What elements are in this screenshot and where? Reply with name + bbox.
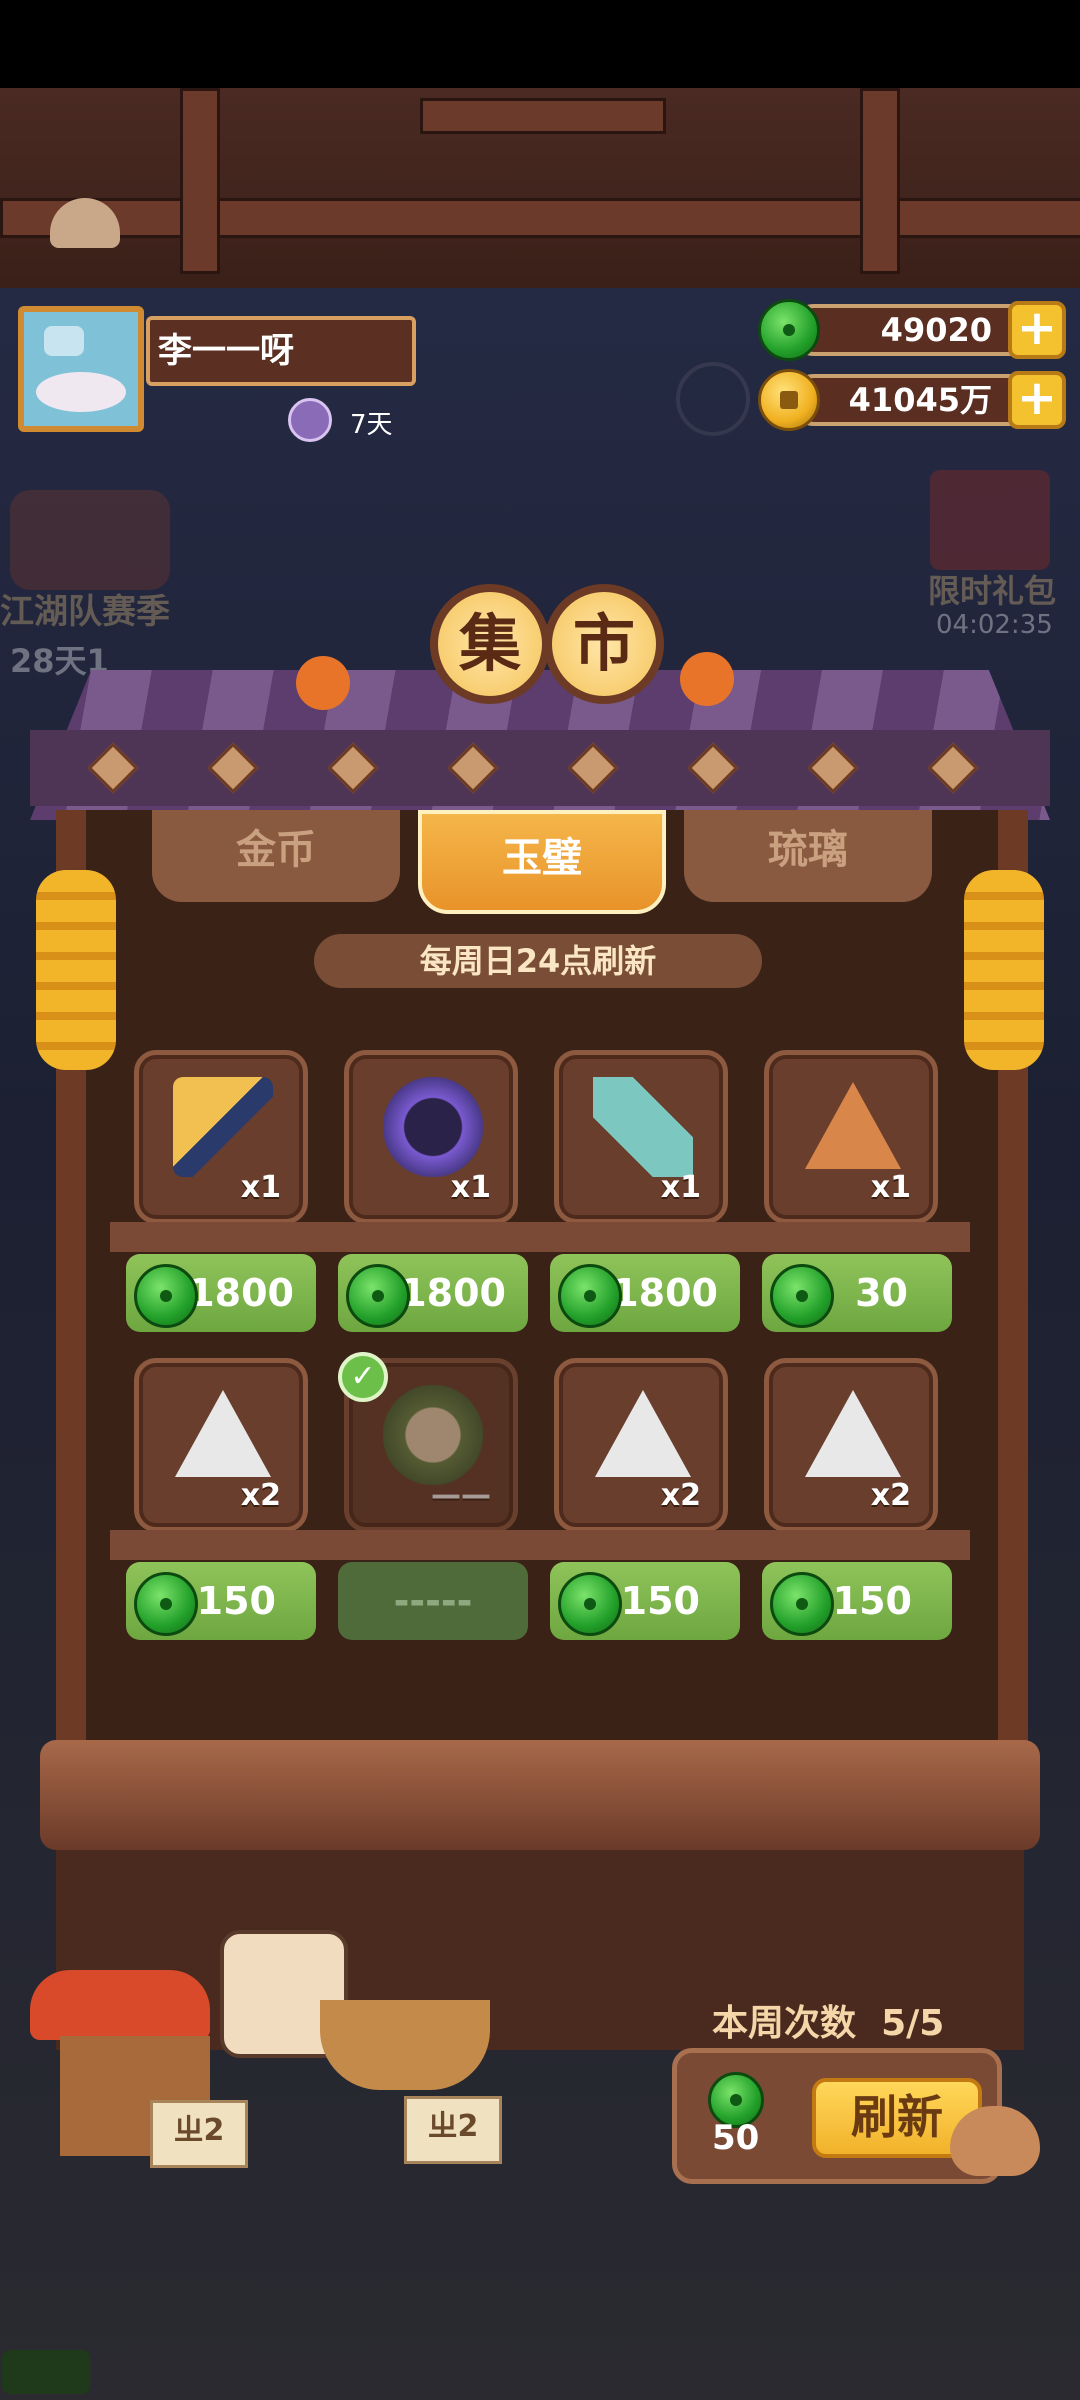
swirl-triangle-charm-icon: [805, 1390, 901, 1477]
toggle-icon[interactable]: [2, 2350, 90, 2394]
tab-glaze[interactable]: 琉璃: [684, 810, 932, 902]
status-bar: [0, 0, 1080, 88]
purple-mirror-icon: [383, 1077, 483, 1177]
price-value: 150: [620, 1579, 700, 1623]
jade-coin-icon: [758, 299, 820, 361]
price-value: 1800: [400, 1271, 506, 1315]
item-quantity: x1: [450, 1170, 491, 1205]
item-quantity: x1: [660, 1170, 701, 1205]
shop-item-slot[interactable]: x1: [554, 1050, 728, 1224]
price-button[interactable]: 150: [762, 1562, 952, 1640]
feather-duster-icon: [173, 1077, 273, 1177]
item-quantity: x2: [240, 1478, 281, 1513]
basin-icon: [36, 372, 126, 412]
refresh-cost: 50: [712, 2118, 760, 2158]
faucet-icon: [44, 326, 84, 356]
price-button[interactable]: 1800: [338, 1254, 528, 1332]
crab-triangle-charm-icon: [595, 1390, 691, 1477]
bun-mascot-icon: [950, 2106, 1040, 2176]
jade-coin-icon: [558, 1572, 622, 1636]
weekly-value: 5/5: [881, 2003, 945, 2044]
day-count: 7天: [350, 410, 393, 440]
persimmon-icon: [296, 656, 350, 710]
shop-counter: [40, 1740, 1040, 1850]
ceiling-beams: [0, 88, 1080, 288]
price-button[interactable]: 1800: [550, 1254, 740, 1332]
check-icon: ✓: [338, 1352, 388, 1402]
character-avatar-icon: [383, 1385, 483, 1485]
price-value: 150: [832, 1579, 912, 1623]
pot-icon[interactable]: [10, 490, 170, 590]
bronze-triangle-charm-icon: [805, 1082, 901, 1169]
jade-coin-icon: [134, 1572, 198, 1636]
item-quantity: x1: [240, 1170, 281, 1205]
corn-icon: [964, 870, 1044, 1070]
roof-edge: [30, 730, 1050, 806]
add-jade-button[interactable]: +: [1008, 301, 1066, 359]
add-gold-button[interactable]: +: [1008, 371, 1066, 429]
price-value: 150: [196, 1579, 276, 1623]
price-button[interactable]: 150: [126, 1562, 316, 1640]
price-value: 1800: [188, 1271, 294, 1315]
weekly-refresh-count: 本周次数 5/5: [712, 1994, 944, 2046]
shop-item-slot[interactable]: x1: [764, 1050, 938, 1224]
shop-title-char: 集: [430, 584, 550, 704]
price-value: 30: [855, 1271, 908, 1315]
item-quantity: ——: [431, 1478, 491, 1513]
gift-box-icon[interactable]: [930, 470, 1050, 570]
price-button[interactable]: 150: [550, 1562, 740, 1640]
shop-title-char: 市: [544, 584, 664, 704]
price-button[interactable]: 30: [762, 1254, 952, 1332]
jade-coin-icon: [770, 1572, 834, 1636]
jade-coin-icon: [770, 1264, 834, 1328]
companion-avatar-icon: [288, 398, 332, 442]
item-quantity: x1: [870, 1170, 911, 1205]
butter-basket-icon: [320, 2000, 490, 2090]
shop-item-slot[interactable]: x1: [344, 1050, 518, 1224]
tomato-basket-icon: [30, 1970, 210, 2040]
shop-item-slot[interactable]: x2: [134, 1358, 308, 1532]
jade-coin-icon: [134, 1264, 198, 1328]
shelf: [110, 1222, 970, 1252]
tab-coins[interactable]: 金币: [152, 810, 400, 902]
price-sign-left: ㄓ2: [150, 2100, 248, 2168]
price-value: -----: [393, 1579, 473, 1623]
player-name[interactable]: 李一一呀: [146, 316, 416, 386]
shop-item-slot[interactable]: x1: [134, 1050, 308, 1224]
event-label-right[interactable]: 限时礼包: [928, 566, 1056, 612]
price-value: 1800: [612, 1271, 718, 1315]
player-avatar[interactable]: [18, 306, 144, 432]
white-triangle-charm-icon: [175, 1390, 271, 1477]
price-sign-right: ㄓ2: [404, 2096, 502, 2164]
paper-umbrella-icon: [593, 1077, 693, 1177]
refresh-schedule-note: 每周日24点刷新: [314, 934, 762, 988]
price-button[interactable]: 1800: [126, 1254, 316, 1332]
map-icon[interactable]: [676, 362, 750, 436]
item-quantity: x2: [660, 1478, 701, 1513]
jade-coin-icon: [346, 1264, 410, 1328]
shelf: [110, 1530, 970, 1560]
gold-coin-icon: [758, 369, 820, 431]
weekly-label: 本周次数: [712, 2003, 857, 2044]
event-label-left[interactable]: 江湖队赛季: [0, 584, 170, 633]
price-button-disabled: -----: [338, 1562, 528, 1640]
jade-coin-icon: [558, 1264, 622, 1328]
corn-icon: [36, 870, 116, 1070]
tab-jade[interactable]: 玉璧: [418, 810, 666, 914]
shop-item-slot[interactable]: x2: [764, 1358, 938, 1532]
persimmon-icon: [680, 652, 734, 706]
shop-item-slot[interactable]: x2: [554, 1358, 728, 1532]
event-timer-right: 04:02:35: [936, 610, 1053, 640]
item-quantity: x2: [870, 1478, 911, 1513]
